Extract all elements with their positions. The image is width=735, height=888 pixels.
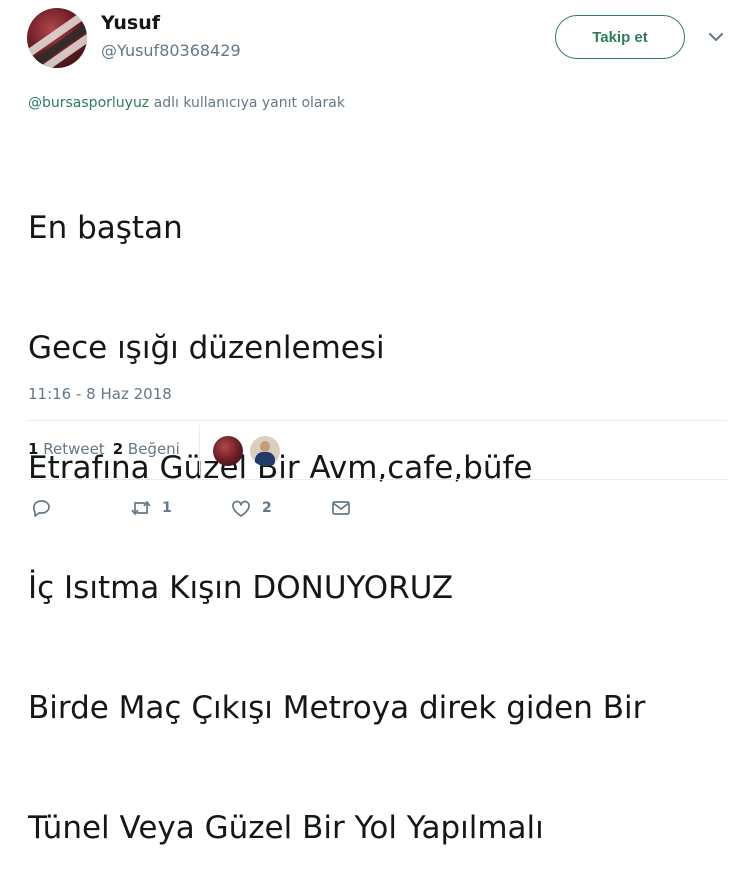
liker-avatar[interactable]: [250, 436, 280, 466]
like-count: 2: [262, 500, 272, 516]
retweet-icon: [131, 500, 151, 516]
tweet-line: Tünel Veya Güzel Bir Yol Yapılmalı: [28, 810, 544, 846]
retweet-stat-label: Retweet: [43, 440, 105, 458]
envelope-icon: [332, 501, 350, 515]
tweet-line: Gece ışığı düzenlemesi: [28, 330, 385, 366]
retweet-button[interactable]: 1: [130, 497, 172, 519]
chevron-down-icon[interactable]: [707, 28, 725, 46]
tweet-line: En baştan: [28, 210, 183, 246]
reply-button[interactable]: [30, 497, 52, 519]
tweet-stats: 1 Retweet 2 Beğeni: [28, 440, 180, 458]
liker-avatar[interactable]: [213, 436, 243, 466]
stats-separator: [199, 425, 200, 475]
tweet-line: Birde Maç Çıkışı Metroya direk giden Bir: [28, 690, 646, 726]
user-avatar[interactable]: [27, 8, 87, 68]
like-stat[interactable]: 2 Beğeni: [113, 440, 180, 458]
user-screen-name[interactable]: @Yusuf80368429: [101, 41, 241, 60]
reply-context: @bursasporluyuz adlı kullanıcıya yanıt o…: [28, 95, 345, 111]
retweet-count: 1: [162, 500, 172, 516]
direct-message-button[interactable]: [330, 497, 352, 519]
reply-icon: [32, 500, 50, 517]
tweet-timestamp[interactable]: 11:16 - 8 Haz 2018: [28, 385, 172, 403]
tweet-line: İç Isıtma Kışın DONUYORUZ: [28, 570, 454, 606]
follow-button[interactable]: Takip et: [555, 15, 685, 59]
retweet-stat-count: 1: [28, 440, 39, 458]
reply-mention-link[interactable]: @bursasporluyuz: [28, 95, 149, 111]
user-fullname[interactable]: Yusuf: [101, 12, 160, 34]
like-stat-count: 2: [112, 440, 124, 458]
heart-icon: [232, 500, 250, 517]
like-button[interactable]: 2: [230, 497, 272, 519]
retweet-stat[interactable]: 1 Retweet: [28, 440, 105, 458]
reply-context-suffix: adlı kullanıcıya yanıt olarak: [149, 95, 345, 111]
divider: [28, 479, 727, 480]
divider: [28, 420, 727, 421]
like-stat-label: Beğeni: [127, 440, 180, 458]
